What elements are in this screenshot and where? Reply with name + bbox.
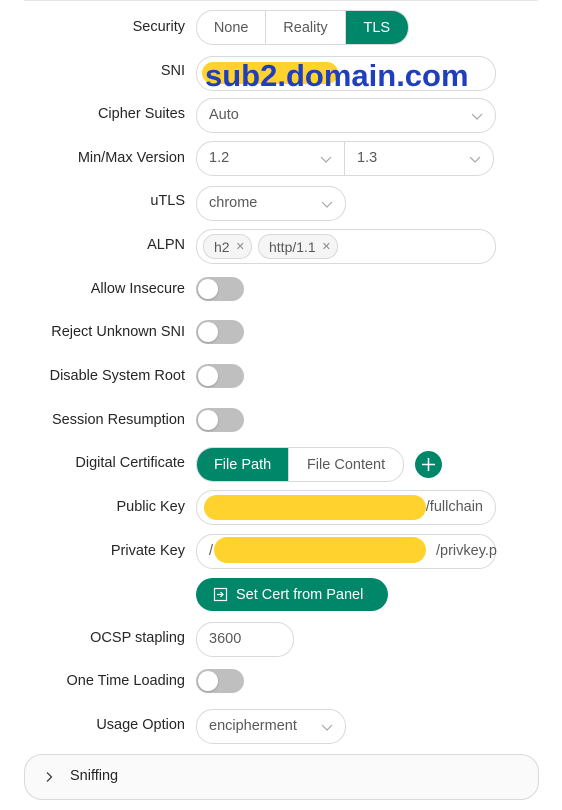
chevron-down-icon [321, 724, 333, 731]
chevron-down-icon [471, 113, 483, 120]
security-label: Security [132, 19, 185, 35]
allow-insecure-toggle[interactable] [196, 277, 244, 301]
usage-option-label: Usage Option [96, 717, 185, 733]
chevron-down-icon [320, 156, 332, 163]
ocsp-stapling-label: OCSP stapling [90, 630, 185, 646]
sni-value: sub2.domain.com [205, 58, 469, 93]
reject-unknown-sni-label: Reject Unknown SNI [51, 324, 185, 340]
disable-system-root-toggle[interactable] [196, 364, 244, 388]
ocsp-stapling-value: 3600 [209, 631, 242, 647]
chevron-right-icon [46, 772, 53, 782]
toggle-knob [198, 279, 218, 299]
certificate-option-file-path[interactable]: File Path [197, 448, 290, 481]
certificate-option-file-content[interactable]: File Content [289, 448, 403, 481]
alpn-tag-http11: http/1.1 ✕ [258, 234, 338, 259]
sniffing-title: Sniffing [70, 768, 119, 784]
certificate-mode-selector[interactable]: File Path File Content [196, 447, 404, 482]
min-max-version-label: Min/Max Version [77, 150, 185, 166]
alpn-label: ALPN [147, 237, 185, 253]
session-resumption-label: Session Resumption [52, 412, 185, 428]
public-key-redaction-mark [204, 495, 426, 520]
chevron-down-icon [469, 156, 481, 163]
security-option-none[interactable]: None [197, 11, 267, 44]
import-icon [213, 587, 228, 602]
private-key-value: /privkey.p [436, 543, 497, 559]
alpn-multiselect[interactable]: h2 ✕ http/1.1 ✕ [196, 229, 496, 264]
add-certificate-button[interactable] [415, 451, 442, 478]
set-cert-from-panel-button[interactable]: Set Cert from Panel [196, 578, 388, 611]
max-version-value: 1.3 [357, 150, 378, 166]
sni-label: SNI [160, 63, 185, 79]
public-key-label: Public Key [116, 499, 185, 515]
close-icon[interactable]: ✕ [322, 240, 331, 253]
allow-insecure-label: Allow Insecure [90, 281, 185, 297]
chevron-down-icon [321, 201, 333, 208]
sniffing-panel-header[interactable]: Sniffing [24, 754, 539, 800]
utls-value: chrome [209, 195, 258, 211]
alpn-tag-label: h2 [214, 238, 230, 255]
min-version-select[interactable]: 1.2 [196, 141, 345, 176]
public-key-value: /fullchain [425, 499, 483, 515]
security-option-tls[interactable]: TLS [345, 11, 408, 44]
alpn-tag-h2: h2 ✕ [203, 234, 252, 259]
min-version-value: 1.2 [209, 150, 230, 166]
reject-unknown-sni-toggle[interactable] [196, 320, 244, 344]
session-resumption-toggle[interactable] [196, 408, 244, 432]
toggle-knob [198, 410, 218, 430]
toggle-knob [198, 366, 218, 386]
plus-icon [422, 458, 435, 471]
disable-system-root-label: Disable System Root [49, 368, 185, 384]
private-key-redaction-mark [214, 537, 426, 563]
cipher-suites-value: Auto [209, 107, 239, 123]
set-cert-button-label: Set Cert from Panel [236, 586, 364, 603]
ocsp-stapling-input[interactable]: 3600 [196, 622, 294, 657]
private-key-prefix: / [209, 543, 214, 559]
digital-certificate-label: Digital Certificate [75, 455, 185, 471]
security-option-reality[interactable]: Reality [266, 11, 346, 44]
close-icon[interactable]: ✕ [236, 240, 245, 253]
alpn-tag-label: http/1.1 [269, 238, 316, 255]
utls-label: uTLS [150, 193, 185, 209]
section-divider [24, 0, 538, 1]
cipher-suites-select[interactable]: Auto [196, 98, 496, 133]
toggle-knob [198, 322, 218, 342]
one-time-loading-label: One Time Loading [66, 673, 186, 689]
security-selector[interactable]: None Reality TLS [196, 10, 409, 45]
one-time-loading-toggle[interactable] [196, 669, 244, 693]
usage-option-value: encipherment [209, 718, 297, 734]
usage-option-select[interactable]: encipherment [196, 709, 346, 744]
cipher-suites-label: Cipher Suites [97, 106, 185, 122]
max-version-select[interactable]: 1.3 [344, 141, 494, 176]
private-key-label: Private Key [110, 543, 185, 559]
utls-select[interactable]: chrome [196, 186, 346, 221]
toggle-knob [198, 671, 218, 691]
